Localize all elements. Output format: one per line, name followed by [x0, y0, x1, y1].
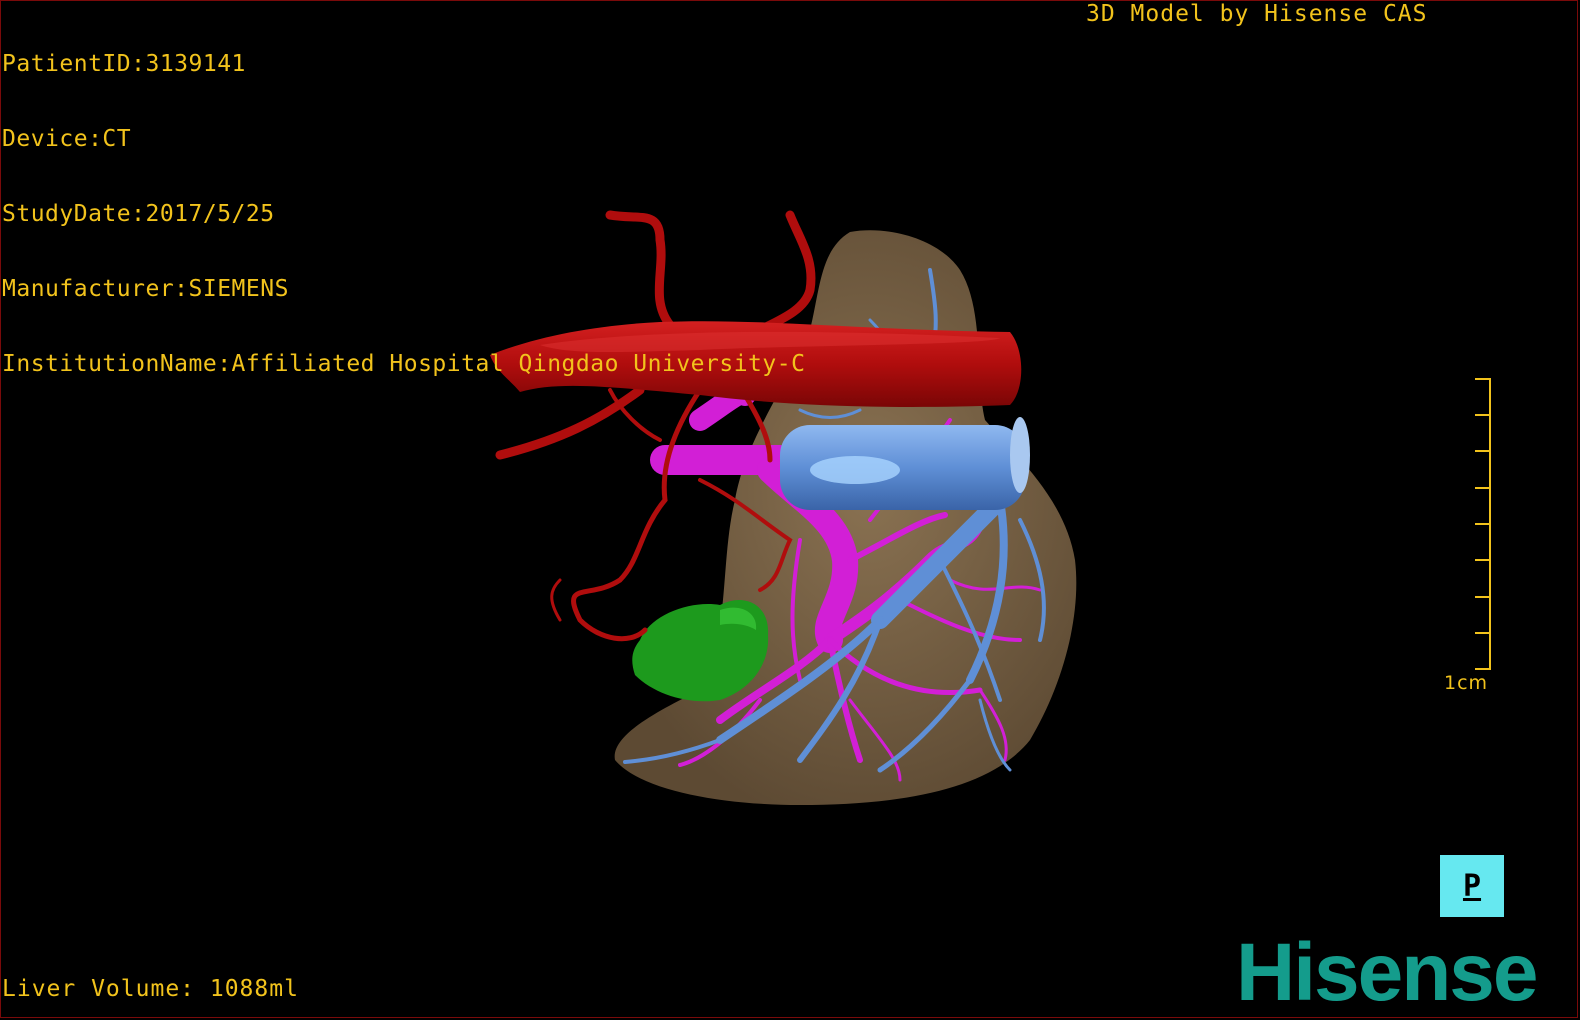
- institution-name: InstitutionName:Affiliated Hospital Qing…: [2, 351, 806, 377]
- device: Device:CT: [2, 126, 132, 152]
- patient-id: PatientID:3139141: [2, 51, 246, 77]
- orientation-label: P: [1462, 868, 1482, 904]
- study-date: StudyDate:2017/5/25: [2, 201, 275, 227]
- model-credit: 3D Model by Hisense CAS: [1086, 1, 1428, 27]
- scale-ruler-icon: [1475, 378, 1491, 670]
- manufacturer: Manufacturer:SIEMENS: [2, 276, 289, 302]
- orientation-cube[interactable]: P: [1440, 855, 1504, 917]
- liver-volume: Liver Volume: 1088ml: [2, 976, 299, 1002]
- hisense-logo: Hisense: [1236, 927, 1539, 1018]
- scale-label: 1cm: [1444, 672, 1489, 694]
- patient-info-overlay: PatientID:3139141 Device:CT StudyDate:20…: [2, 2, 805, 402]
- ivc-model: [780, 417, 1030, 510]
